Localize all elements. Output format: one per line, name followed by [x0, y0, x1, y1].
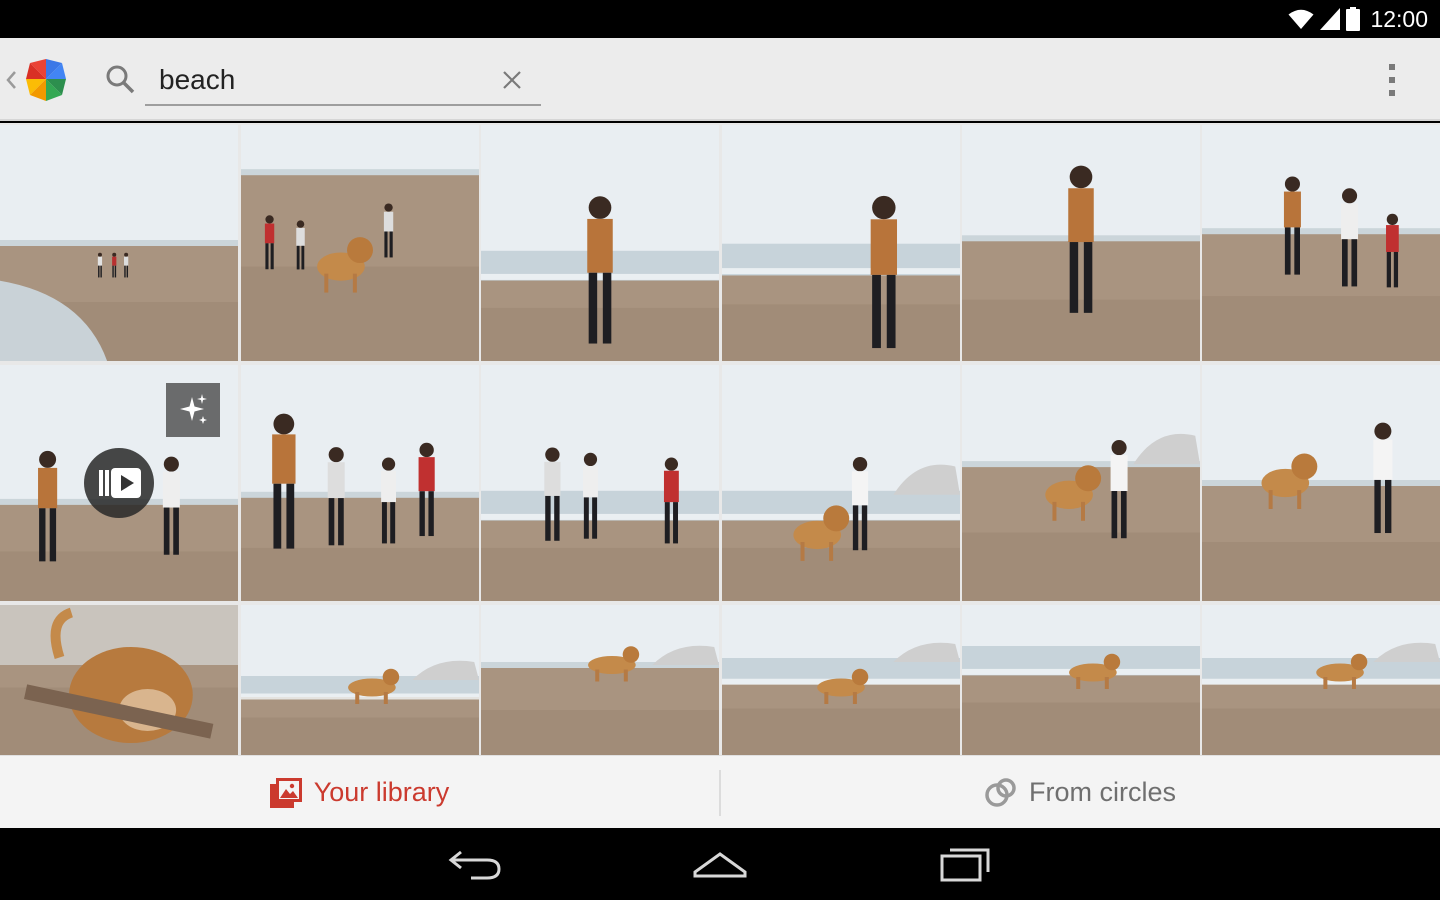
photo-tile[interactable] — [1202, 365, 1440, 601]
photo-image — [241, 125, 479, 361]
photo-image — [481, 605, 719, 755]
auto-awesome-button[interactable] — [166, 383, 220, 437]
photo-image — [962, 125, 1200, 361]
photo-tile[interactable] — [722, 605, 960, 755]
photo-tile[interactable] — [722, 365, 960, 601]
photo-tile[interactable] — [962, 365, 1200, 601]
status-icons: 12:00 — [1288, 6, 1428, 32]
photo-image — [722, 365, 960, 601]
photo-tile[interactable] — [481, 605, 719, 755]
photo-image — [1202, 125, 1440, 361]
photo-tile[interactable] — [962, 605, 1200, 755]
photo-image — [481, 365, 719, 601]
photo-image — [241, 365, 479, 601]
tab-from-circles[interactable]: From circles — [721, 756, 1440, 829]
photo-tile[interactable] — [241, 365, 479, 601]
photo-tile[interactable] — [1202, 605, 1440, 755]
photo-library-icon — [269, 777, 302, 808]
google-photos-pinwheel-icon[interactable] — [22, 53, 70, 105]
photo-image — [1202, 365, 1440, 601]
photo-tile[interactable] — [0, 125, 238, 361]
nav-bar — [0, 828, 1440, 900]
search-field[interactable] — [145, 56, 541, 106]
photo-image — [722, 125, 960, 361]
photo-image — [0, 605, 238, 755]
bottom-tabs: Your library From circles — [0, 755, 1440, 828]
tab-your-library[interactable]: Your library — [0, 756, 719, 829]
photo-grid — [0, 123, 1440, 755]
wifi-icon — [1288, 9, 1314, 29]
battery-icon — [1346, 7, 1361, 31]
video-badge[interactable] — [84, 448, 154, 518]
tab-your-library-label: Your library — [313, 777, 450, 807]
status-bar: 12:00 — [0, 0, 1440, 38]
search-input[interactable] — [159, 60, 489, 100]
status-time: 12:00 — [1370, 5, 1428, 32]
search-icon[interactable] — [105, 64, 135, 94]
photo-tile[interactable] — [241, 125, 479, 361]
recents-icon[interactable] — [930, 842, 1000, 886]
signal-icon — [1320, 8, 1341, 30]
circles-icon — [985, 777, 1016, 807]
photo-image — [241, 605, 479, 755]
back-icon[interactable] — [441, 842, 511, 886]
photo-tile[interactable] — [1202, 125, 1440, 361]
photo-tile[interactable] — [481, 365, 719, 601]
photo-image — [0, 125, 238, 361]
tab-from-circles-label: From circles — [1029, 777, 1176, 807]
photo-tile[interactable] — [481, 125, 719, 361]
up-chevron-icon[interactable] — [4, 66, 18, 94]
photo-tile[interactable] — [962, 125, 1200, 361]
close-icon[interactable] — [501, 69, 523, 91]
auto-awesome-sparkle-icon — [180, 394, 207, 424]
photo-tile[interactable] — [241, 605, 479, 755]
photo-image — [962, 605, 1200, 755]
movie-play-icon — [99, 468, 141, 498]
overflow-menu-icon[interactable] — [1382, 62, 1402, 98]
photo-image — [722, 605, 960, 755]
home-icon[interactable] — [685, 842, 755, 886]
photo-image — [481, 125, 719, 361]
photo-image — [962, 365, 1200, 601]
photo-tile[interactable] — [722, 125, 960, 361]
photo-image — [1202, 605, 1440, 755]
action-bar — [0, 38, 1440, 121]
photo-tile[interactable] — [0, 605, 238, 755]
